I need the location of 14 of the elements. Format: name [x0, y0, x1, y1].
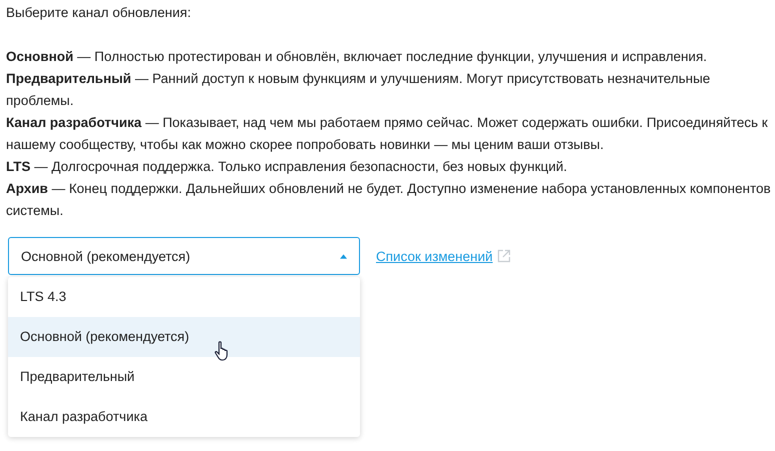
dropdown-option[interactable]: LTS 4.3 [8, 277, 360, 317]
dropdown-option[interactable]: Основной (рекомендуется) [8, 317, 360, 357]
channel-description: Предварительный — Ранний доступ к новым функциям и улучшениям. Могут присутствовать незначительные проблемы. [6, 70, 712, 110]
caret-icon [340, 254, 347, 258]
prompt-text: Выберите канал обновления: [6, 4, 192, 22]
dropdown-option[interactable]: Канал разработчика [8, 397, 360, 437]
external-link-icon [496, 249, 511, 263]
dropdown-option[interactable]: Предварительный [8, 357, 360, 397]
channel-description: LTS — Долгосрочная поддержка. Только исправления безопасности, без новых функций. [6, 158, 568, 176]
hand-cursor-icon [214, 341, 230, 361]
channel-description: Архив — Конец поддержки. Дальнейших обновлений не будет. Доступно изменение набора установленных компонентов системы. [6, 180, 771, 220]
channel-dropdown[interactable]: Основной (рекомендуется) [8, 237, 360, 275]
channel-description: Канал разработчика — Показывает, над чем мы работаем прямо сейчас. Может содержать ошибки. Присоединяйтесь к нашему сообществу, чтобы как можно скорее попробовать новинки — мы ценим ваши отзывы. [6, 114, 769, 154]
channel-description: Основной — Полностью протестирован и обновлён, включает последние функции, улучшения и исправления. [6, 48, 708, 66]
